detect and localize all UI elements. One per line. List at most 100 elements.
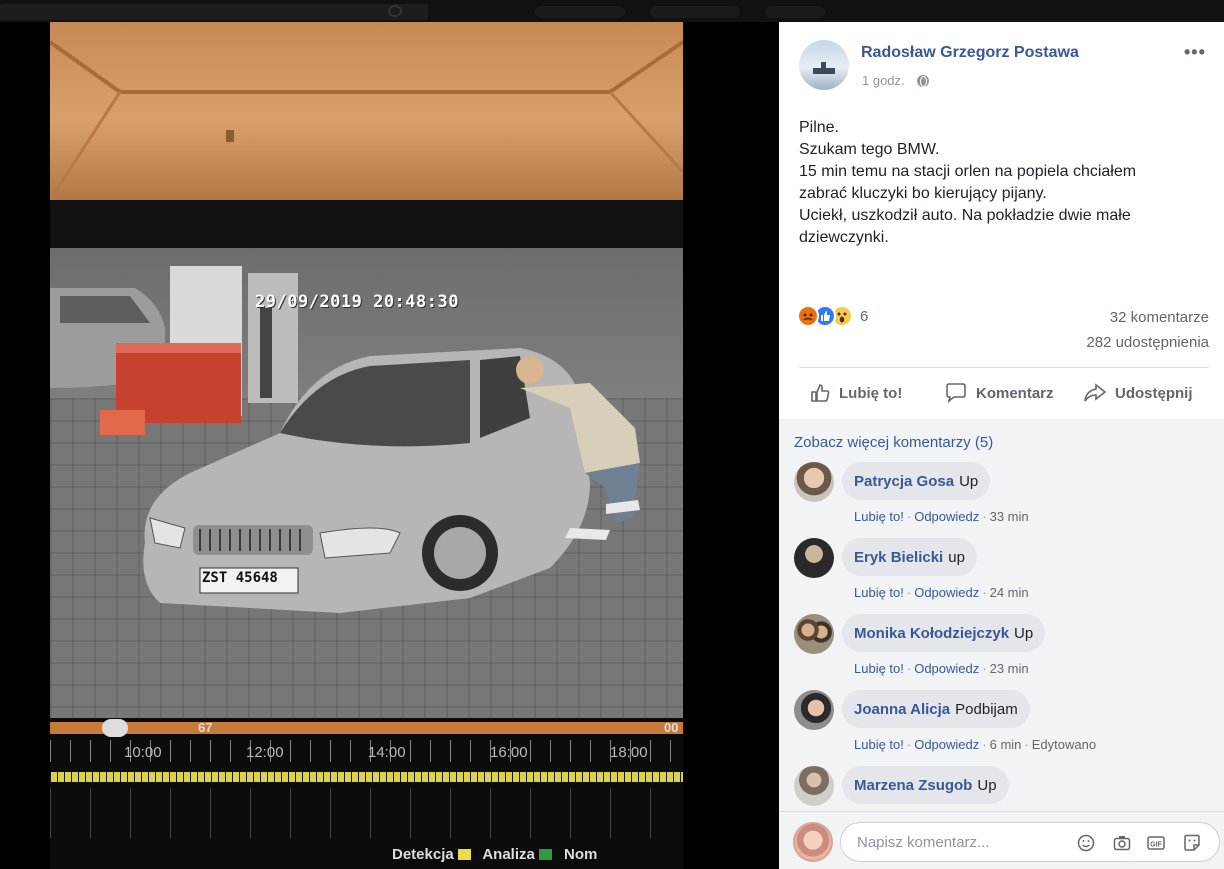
separator: · [906,737,912,752]
post-text-line: Uciekł, uszkodził auto. Na pokładzie dwi… [799,207,1131,224]
comment-input[interactable]: Napisz komentarz... GIF [840,822,1220,862]
comment-actions: Lubię to! · Odpowiedz · 23 min [854,661,1029,676]
post-text-line: Szukam tego BMW. [799,141,940,158]
post-panel: Radosław Grzegorz Postawa 1 godz. ••• Pi… [779,22,1224,869]
commenter-name[interactable]: Joanna Alicja [854,701,950,718]
comment-text: up [948,548,965,566]
cctv-timestamp: 29/09/2019 20:48:30 [255,292,459,312]
comment-like-link[interactable]: Lubię to! [854,661,904,676]
comment-bubble: Patrycja Gosa Up [842,462,991,500]
comment-text: Podbijam [955,700,1018,718]
comment-like-link[interactable]: Lubię to! [854,585,904,600]
cctv-monitor: 29/09/2019 20:48:30 ZST 45648 67 00 10:0… [50,248,683,869]
post-photo[interactable]: 29/09/2019 20:48:30 ZST 45648 67 00 10:0… [50,22,683,869]
monitor-bezel [50,200,683,248]
see-more-comments-link[interactable]: Zobacz więcej komentarzy (5) [794,434,993,451]
cctv-legend: Detekcja Analiza Nom [392,846,597,863]
like-label: Lubię to! [839,384,903,402]
nav-item[interactable] [765,6,825,18]
separator: · [906,585,912,600]
slider-value-right: 00 [664,720,679,735]
cctv-scene [50,266,640,613]
shares-count[interactable]: 282 udostępnienia [1086,334,1209,351]
comment-time[interactable]: 33 min [990,509,1029,524]
commenter-name[interactable]: Patrycja Gosa [854,473,954,490]
nav-item[interactable] [535,6,625,18]
reaction-count[interactable]: 6 [860,308,868,325]
hour-label: 18:00 [610,744,648,761]
comment-reply-link[interactable]: Odpowiedz [914,509,979,524]
commenter-name[interactable]: Monika Kołodziejczyk [854,625,1009,642]
comment-time[interactable]: 24 min [990,585,1029,600]
more-options-icon[interactable]: ••• [1184,42,1206,63]
top-navigation-bar [0,0,1224,22]
divider [799,367,1209,368]
legend-swatch [457,849,471,860]
emoji-icon[interactable] [1077,834,1095,852]
commenter-avatar[interactable] [794,690,834,730]
reactions-summary[interactable]: 6 [797,305,868,327]
angry-icon [797,305,819,327]
author-avatar[interactable] [799,40,849,90]
post-text-line: dziewczynki. [799,229,889,246]
comment-time[interactable]: 23 min [990,661,1029,676]
post-author-name[interactable]: Radosław Grzegorz Postawa [861,44,1079,62]
post-time[interactable]: 1 godz. [862,73,905,88]
post-text-line: 15 min temu na stacji orlen na popiela c… [799,163,1137,180]
nav-item[interactable] [650,6,740,18]
comment-reply-link[interactable]: Odpowiedz [914,585,979,600]
post-text-line: zabrać kluczyki bo kierujący pijany. [799,185,1047,202]
commenter-name[interactable]: Marzena Zsugob [854,777,972,794]
comment-text: Up [959,472,979,490]
comment-reply-link[interactable]: Odpowiedz [914,737,979,752]
detection-track [50,772,683,782]
comment-icon [946,383,966,404]
gif-icon[interactable]: GIF [1147,834,1165,852]
separator: · [1024,737,1029,752]
legend-label: Analiza [482,846,535,863]
comment-like-link[interactable]: Lubię to! [854,737,904,752]
search-icon[interactable] [388,5,402,17]
comment-actions: Lubię to! · Odpowiedz · 24 min [854,585,1029,600]
comment-reply-link[interactable]: Odpowiedz [914,661,979,676]
hour-label: 10:00 [124,744,162,761]
timeline-slider-knob[interactable] [102,719,128,737]
hour-label: 12:00 [246,744,284,761]
comment-button[interactable]: Komentarz [944,382,1054,404]
share-icon [1084,383,1107,402]
separator: · [906,661,912,676]
commenter-avatar[interactable] [794,462,834,502]
share-label: Udostępnij [1115,384,1193,402]
comment-edited[interactable]: Edytowano [1032,737,1096,752]
like-button[interactable]: Lubię to! [809,382,902,404]
hour-label: 14:00 [368,744,406,761]
post-text-line: Pilne. [799,119,840,136]
globe-icon[interactable] [916,74,929,87]
camera-icon[interactable] [1113,834,1131,852]
sticker-icon[interactable] [1183,834,1201,852]
comment-bubble: Marzena Zsugob Up [842,766,1009,804]
current-user-avatar[interactable] [793,822,833,862]
hour-label: 16:00 [490,744,528,761]
ceiling-lines [50,40,683,200]
commenter-avatar[interactable] [794,766,834,806]
comments-count[interactable]: 32 komentarze [1110,309,1209,326]
post-text: Pilne. Szukam tego BMW. 15 min temu na s… [799,117,1209,249]
comments-section: Zobacz więcej komentarzy (5) Patrycja Go… [779,419,1224,869]
commenter-avatar[interactable] [794,614,834,654]
comment-text: Up [977,776,997,794]
separator: · [982,737,987,752]
search-bar[interactable] [0,4,428,20]
separator: · [982,585,987,600]
separator: · [982,661,987,676]
commenter-avatar[interactable] [794,538,834,578]
separator: · [906,509,912,524]
share-button[interactable]: Udostępnij [1083,382,1193,404]
commenter-name[interactable]: Eryk Bielicki [854,549,943,566]
legend-label: Detekcja [392,846,454,863]
comment-label: Komentarz [976,384,1054,402]
comment-time[interactable]: 6 min [990,737,1022,752]
comment-bubble: Eryk Bielicki up [842,538,977,576]
comment-composer: Napisz komentarz... GIF [779,811,1224,869]
comment-like-link[interactable]: Lubię to! [854,509,904,524]
